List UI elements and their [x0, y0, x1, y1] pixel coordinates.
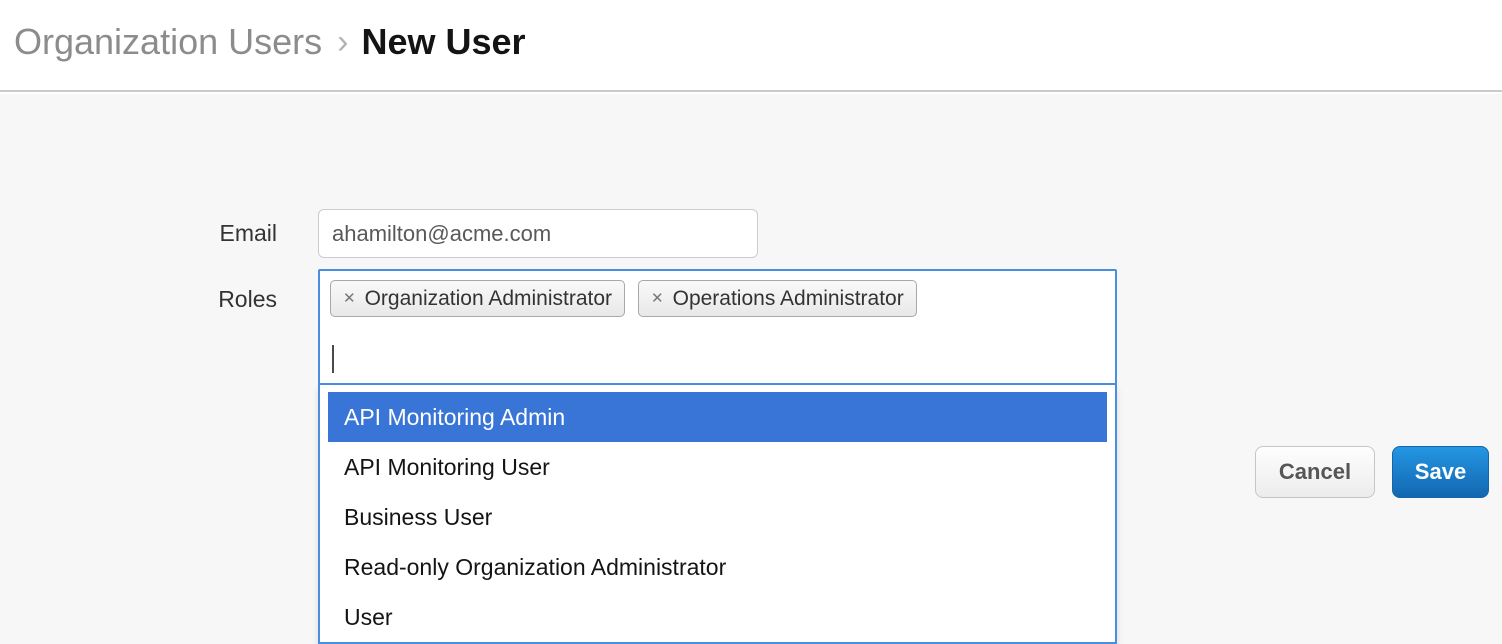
- remove-tag-icon[interactable]: ✕: [651, 291, 664, 306]
- remove-tag-icon[interactable]: ✕: [343, 291, 356, 306]
- roles-search-input[interactable]: [332, 343, 632, 375]
- roles-multiselect[interactable]: ✕ Organization Administrator ✕ Operations A…: [318, 269, 1117, 385]
- breadcrumb-chevron-icon: ›: [322, 23, 361, 62]
- page-title: New User: [361, 21, 525, 63]
- roles-options-list: API Monitoring AdminAPI Monitoring UserB…: [320, 385, 1115, 642]
- role-tag: ✕ Operations Administrator: [638, 280, 917, 317]
- role-option[interactable]: API Monitoring Admin: [328, 392, 1107, 442]
- role-option[interactable]: Business User: [328, 492, 1107, 542]
- selected-roles: ✕ Organization Administrator ✕ Operations A…: [330, 280, 917, 317]
- page-header: Organization Users › New User: [0, 0, 1502, 92]
- roles-label: Roles: [150, 271, 277, 327]
- role-tag-label: Organization Administrator: [365, 287, 612, 311]
- text-cursor-caret: [332, 345, 334, 373]
- email-field[interactable]: [318, 209, 758, 258]
- new-user-page: Organization Users › New User Email Role…: [0, 0, 1502, 644]
- roles-dropdown: API Monitoring AdminAPI Monitoring UserB…: [318, 385, 1117, 644]
- role-tag: ✕ Organization Administrator: [330, 280, 625, 317]
- cancel-button[interactable]: Cancel: [1255, 446, 1375, 498]
- role-option[interactable]: API Monitoring User: [328, 442, 1107, 492]
- breadcrumb-parent-link[interactable]: Organization Users: [14, 21, 322, 63]
- save-button[interactable]: Save: [1392, 446, 1489, 498]
- role-option[interactable]: Read-only Organization Administrator: [328, 542, 1107, 592]
- email-label: Email: [150, 209, 277, 258]
- role-option[interactable]: User: [328, 592, 1107, 642]
- role-tag-label: Operations Administrator: [673, 287, 904, 311]
